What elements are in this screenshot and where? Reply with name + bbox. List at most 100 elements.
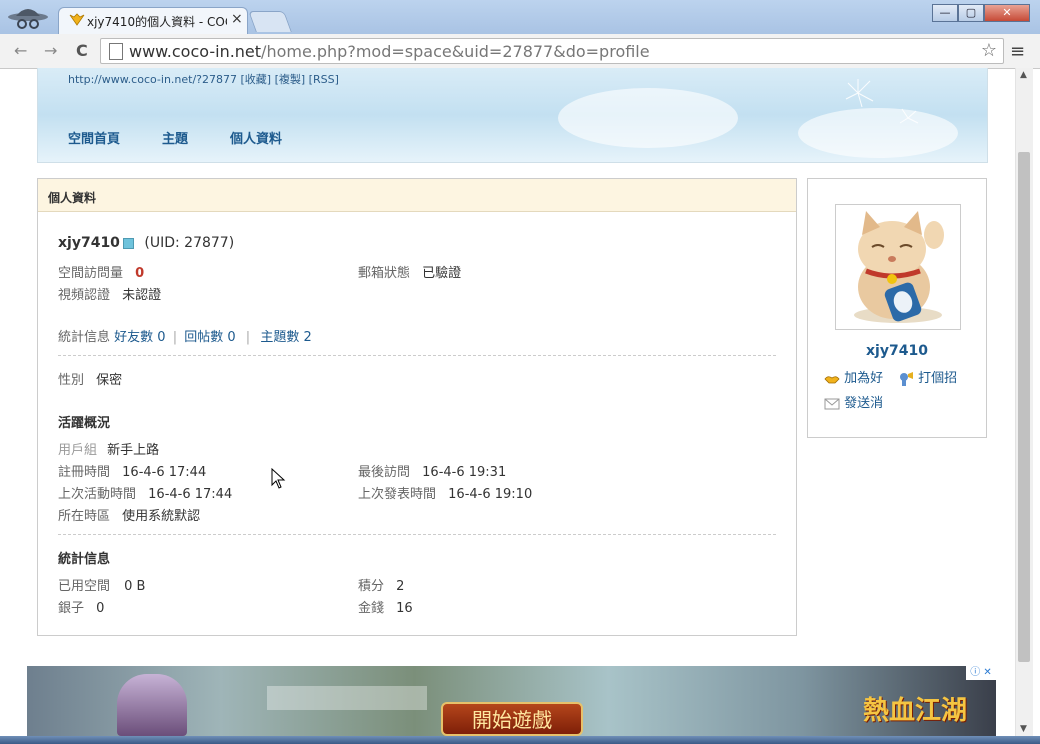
threads-link[interactable]: 主題數 2 bbox=[260, 330, 311, 345]
last-visit-value: 16-4-6 19:31 bbox=[422, 465, 507, 480]
points-value: 2 bbox=[396, 579, 405, 594]
divider: | bbox=[172, 330, 178, 345]
dandelion-decoration bbox=[845, 79, 919, 124]
stats-title: 統計信息 bbox=[58, 552, 111, 567]
divider: | bbox=[245, 330, 251, 345]
ad-banner[interactable]: 開始遊戲 熱血江湖 ⓘ ✕ bbox=[27, 666, 996, 736]
ad-start-game-button[interactable]: 開始遊戲 bbox=[441, 702, 583, 736]
visits-value: 0 bbox=[135, 266, 145, 281]
new-tab-button[interactable] bbox=[248, 11, 292, 32]
close-window-button[interactable]: ✕ bbox=[984, 4, 1030, 22]
section-divider bbox=[58, 355, 776, 356]
window-controls: — ▢ ✕ bbox=[932, 4, 1030, 24]
browser-toolbar: ← → C www.coco-in.net/home.php?mod=space… bbox=[0, 34, 1040, 69]
profile-panel-title: 個人資料 bbox=[48, 191, 97, 205]
page-icon bbox=[109, 43, 123, 60]
last-visit-row: 最後訪問 16-4-6 19:31 bbox=[358, 461, 506, 480]
add-friend-action[interactable]: 加為好 bbox=[824, 367, 883, 386]
profile-username: xjy7410 bbox=[58, 235, 120, 251]
sidebar-username[interactable]: xjy7410 bbox=[808, 343, 986, 359]
email-value: 已驗證 bbox=[422, 266, 462, 281]
scrollbar-thumb[interactable] bbox=[1018, 152, 1030, 662]
greet-icon bbox=[900, 371, 913, 386]
envelope-icon bbox=[824, 398, 840, 409]
ad-choices-icon[interactable]: ⓘ ✕ bbox=[966, 666, 996, 680]
nav-threads[interactable]: 主題 bbox=[162, 128, 188, 147]
posts-link[interactable]: 回帖數 0 bbox=[184, 330, 235, 345]
lucky-cat-avatar-icon bbox=[854, 211, 944, 323]
ad-scenery-art bbox=[267, 686, 427, 710]
last-active-row: 上次活動時間 16-4-6 17:44 bbox=[58, 483, 232, 502]
activity-title: 活躍概況 bbox=[58, 416, 111, 431]
reg-value: 16-4-6 17:44 bbox=[122, 465, 207, 480]
page-scrollbar[interactable]: ▲ ▼ bbox=[1015, 68, 1033, 736]
mouse-cursor-icon bbox=[271, 468, 286, 489]
money-row: 金錢 16 bbox=[358, 597, 413, 616]
section-divider bbox=[58, 534, 776, 535]
avatar[interactable] bbox=[835, 204, 961, 330]
silver-value: 0 bbox=[96, 601, 105, 616]
space-label: 已用空間 bbox=[58, 579, 111, 594]
add-friend-label: 加為好 bbox=[844, 371, 884, 386]
tab-close-icon[interactable]: × bbox=[231, 11, 243, 27]
scroll-down-icon[interactable]: ▼ bbox=[1020, 724, 1027, 734]
last-post-label: 上次發表時間 bbox=[358, 487, 437, 502]
greet-label: 打個招 bbox=[918, 371, 958, 386]
profile-panel: 個人資料 xjy7410 (UID: 27877) 空間訪問量 0 郵箱狀態 已… bbox=[37, 178, 797, 636]
back-button[interactable]: ← bbox=[14, 41, 27, 60]
minimize-button[interactable]: — bbox=[932, 4, 958, 22]
stats-label: 統計信息 bbox=[58, 330, 111, 345]
maximize-button[interactable]: ▢ bbox=[958, 4, 984, 22]
last-post-value: 16-4-6 19:10 bbox=[448, 487, 533, 502]
email-label: 郵箱狀態 bbox=[358, 266, 411, 281]
os-taskbar bbox=[0, 736, 1040, 744]
profile-uid: (UID: 27877) bbox=[144, 235, 235, 251]
space-banner: http://www.coco-in.net/?27877 [收藏] [複製] … bbox=[37, 68, 988, 163]
online-status-icon bbox=[122, 237, 134, 249]
nav-space-home[interactable]: 空間首頁 bbox=[68, 128, 120, 147]
money-label: 金錢 bbox=[358, 601, 385, 616]
friends-link[interactable]: 好友數 0 bbox=[114, 330, 165, 345]
ad-character-art bbox=[117, 674, 187, 736]
send-message-label: 發送消 bbox=[844, 396, 884, 411]
video-label: 視頻認證 bbox=[58, 288, 111, 303]
last-visit-label: 最後訪問 bbox=[358, 465, 411, 480]
group-value[interactable]: 新手上路 bbox=[107, 443, 159, 458]
timezone-row: 所在時區 使用系統默認 bbox=[58, 505, 200, 524]
stats-row: 統計信息 好友數 0 | 回帖數 0 | 主題數 2 bbox=[58, 326, 312, 345]
tab-title: xjy7410的個人資料 - COC bbox=[87, 15, 227, 29]
url-text: www.coco-in.net/home.php?mod=space&uid=2… bbox=[129, 42, 650, 61]
timezone-label: 所在時區 bbox=[58, 509, 111, 524]
send-message-action[interactable]: 發送消 bbox=[824, 392, 883, 411]
reg-label: 註冊時間 bbox=[58, 465, 111, 480]
space-row: 已用空間 0 B bbox=[58, 575, 145, 594]
greet-action[interactable]: 打個招 bbox=[898, 367, 957, 387]
scroll-up-icon[interactable]: ▲ bbox=[1020, 70, 1027, 80]
last-active-label: 上次活動時間 bbox=[58, 487, 137, 502]
gender-value: 保密 bbox=[96, 373, 123, 388]
address-bar[interactable]: www.coco-in.net/home.php?mod=space&uid=2… bbox=[100, 38, 1004, 64]
space-url-links[interactable]: http://www.coco-in.net/?27877 [收藏] [複製] … bbox=[68, 71, 339, 87]
space-value: 0 B bbox=[124, 579, 146, 594]
reload-button[interactable]: C bbox=[76, 41, 88, 60]
bookmark-star-icon[interactable]: ☆ bbox=[981, 40, 997, 61]
points-label: 積分 bbox=[358, 579, 385, 594]
url-path: /home.php?mod=space&uid=27877&do=profile bbox=[261, 42, 650, 61]
group-label: 用戶組 bbox=[58, 443, 98, 458]
forward-button[interactable]: → bbox=[44, 41, 57, 60]
silver-label: 銀子 bbox=[58, 601, 85, 616]
favicon-icon bbox=[69, 13, 85, 26]
gender-row: 性別 保密 bbox=[58, 369, 122, 388]
browser-menu-icon[interactable]: ≡ bbox=[1010, 41, 1025, 62]
user-card: xjy7410 加為好 打個招 發送消 bbox=[807, 178, 987, 438]
profile-username-row: xjy7410 (UID: 27877) bbox=[58, 235, 234, 251]
browser-tab-active[interactable]: xjy7410的個人資料 - COC × bbox=[58, 7, 248, 34]
profile-panel-header: 個人資料 bbox=[38, 179, 796, 212]
nav-profile[interactable]: 個人資料 bbox=[230, 128, 282, 147]
timezone-value: 使用系統默認 bbox=[122, 509, 201, 524]
gender-label: 性別 bbox=[58, 373, 85, 388]
reg-row: 註冊時間 16-4-6 17:44 bbox=[58, 461, 206, 480]
points-row: 積分 2 bbox=[358, 575, 404, 594]
space-nav: 空間首頁 主題 個人資料 bbox=[68, 128, 324, 147]
group-row: 用戶組 新手上路 bbox=[58, 439, 159, 458]
